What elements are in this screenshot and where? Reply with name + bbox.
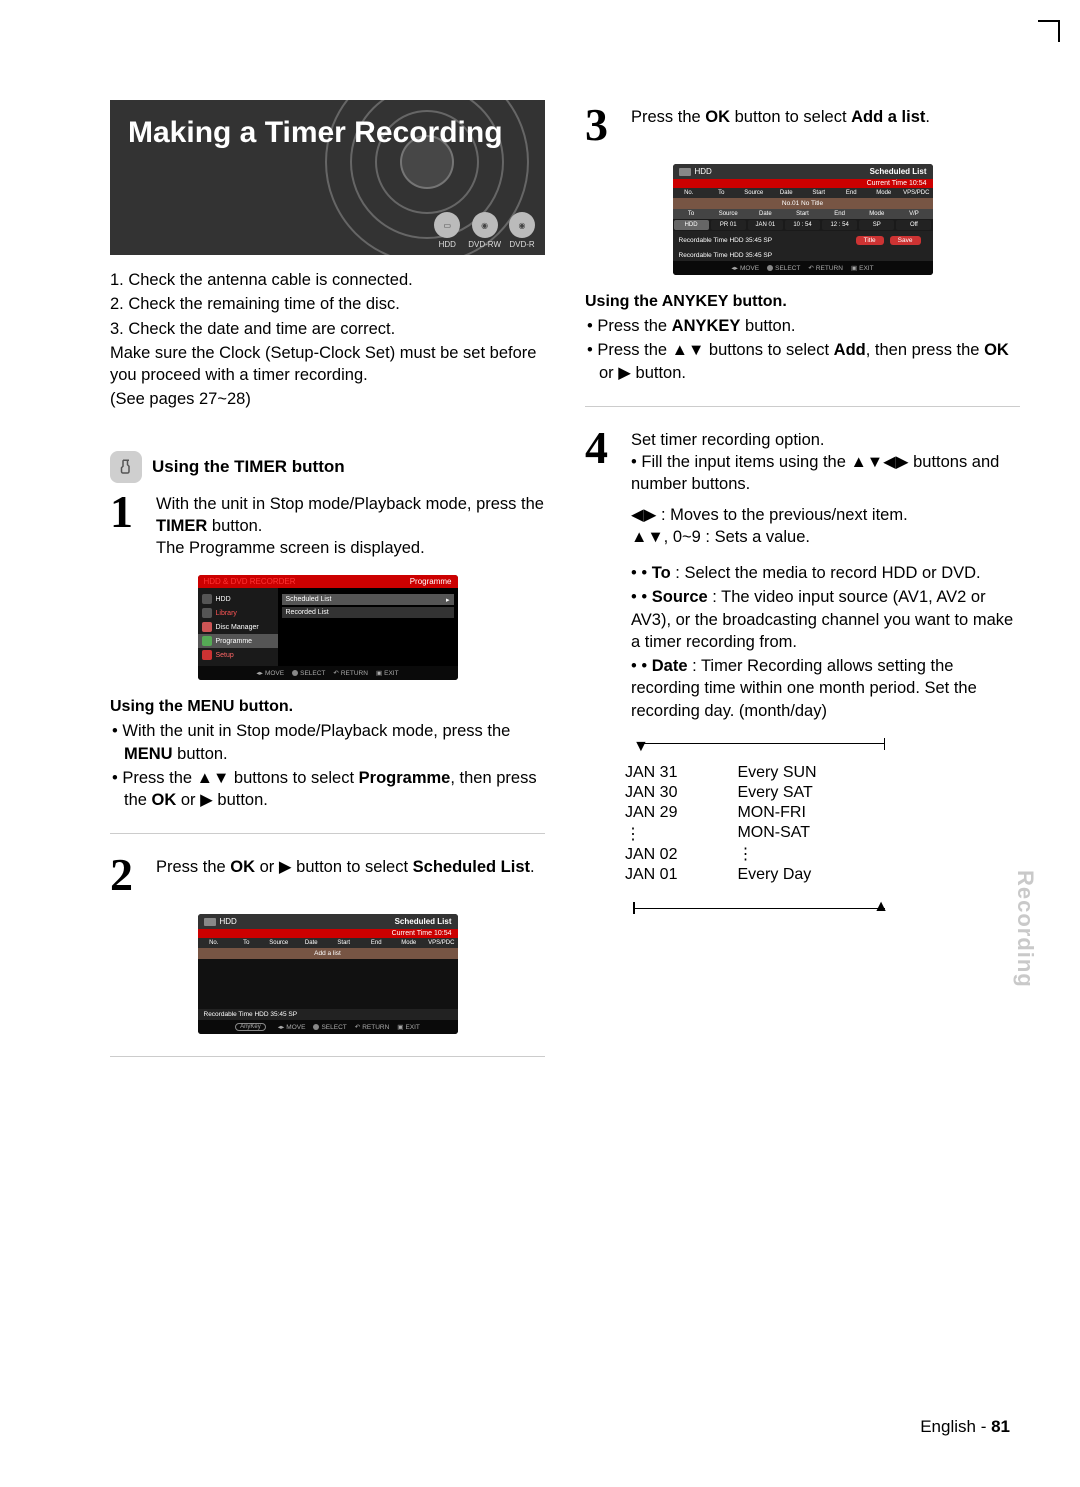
- anykey-subheading: Using the ANYKEY button.: [585, 293, 1020, 311]
- date-left-column: JAN 31 JAN 30 JAN 29 ⋮ JAN 02 JAN 01: [625, 764, 677, 884]
- page-footer: English - 81: [920, 1417, 1010, 1437]
- remote-hand-icon: [110, 451, 142, 483]
- step-2: 2 Press the OK or ▶ button to select Sch…: [110, 856, 545, 898]
- step-number: 3: [585, 102, 621, 148]
- intro-text: 1. Check the antenna cable is connected.…: [110, 269, 545, 411]
- step-number: 1: [110, 489, 146, 535]
- step-3: 3 Press the OK button to select Add a li…: [585, 106, 1020, 148]
- hdd-icon: ▭HDD: [434, 212, 460, 249]
- section-title-box: Making a Timer Recording ▭HDD ◉DVD-RW ◉D…: [110, 100, 545, 255]
- step-4: 4 Set timer recording option. • Fill the…: [585, 429, 1020, 724]
- programme-screen: HDD & DVD RECORDERProgramme HDD Library …: [198, 575, 458, 680]
- chapter-tab: Recording: [1012, 870, 1038, 988]
- scheduled-list-screen: HDDScheduled List Current Time 10:54 No.…: [198, 914, 458, 1034]
- divider: [110, 1056, 545, 1057]
- scheduled-list-edit-screen: HDDScheduled List Current Time 10:54 No.…: [673, 164, 933, 275]
- step-number: 4: [585, 425, 621, 471]
- anykey-bullet-2: Press the ▲▼ buttons to select Add, then…: [585, 339, 1020, 384]
- date-right-column: Every SUN Every SAT MON-FRI MON-SAT ⋮ Ev…: [737, 764, 816, 884]
- page-corner-mark: [1038, 20, 1060, 42]
- menu-bullet-2: Press the ▲▼ buttons to select Programme…: [110, 767, 545, 812]
- step-1: 1 With the unit in Stop mode/Playback mo…: [110, 493, 545, 560]
- date-cycle-diagram: ▼ JAN 31 JAN 30 JAN 29 ⋮ JAN 02 JAN 01 E…: [625, 738, 1020, 914]
- dvd-rw-icon: ◉DVD-RW: [468, 212, 501, 249]
- divider: [110, 833, 545, 834]
- step-number: 2: [110, 852, 146, 898]
- divider: [585, 406, 1020, 407]
- anykey-bullet-1: Press the ANYKEY button.: [585, 315, 1020, 337]
- dvd-r-icon: ◉DVD-R: [509, 212, 535, 249]
- menu-bullet-1: With the unit in Stop mode/Playback mode…: [110, 720, 545, 765]
- timer-section-heading: Using the TIMER button: [110, 451, 545, 483]
- menu-subheading: Using the MENU button.: [110, 698, 545, 716]
- media-icons: ▭HDD ◉DVD-RW ◉DVD-R: [434, 212, 535, 249]
